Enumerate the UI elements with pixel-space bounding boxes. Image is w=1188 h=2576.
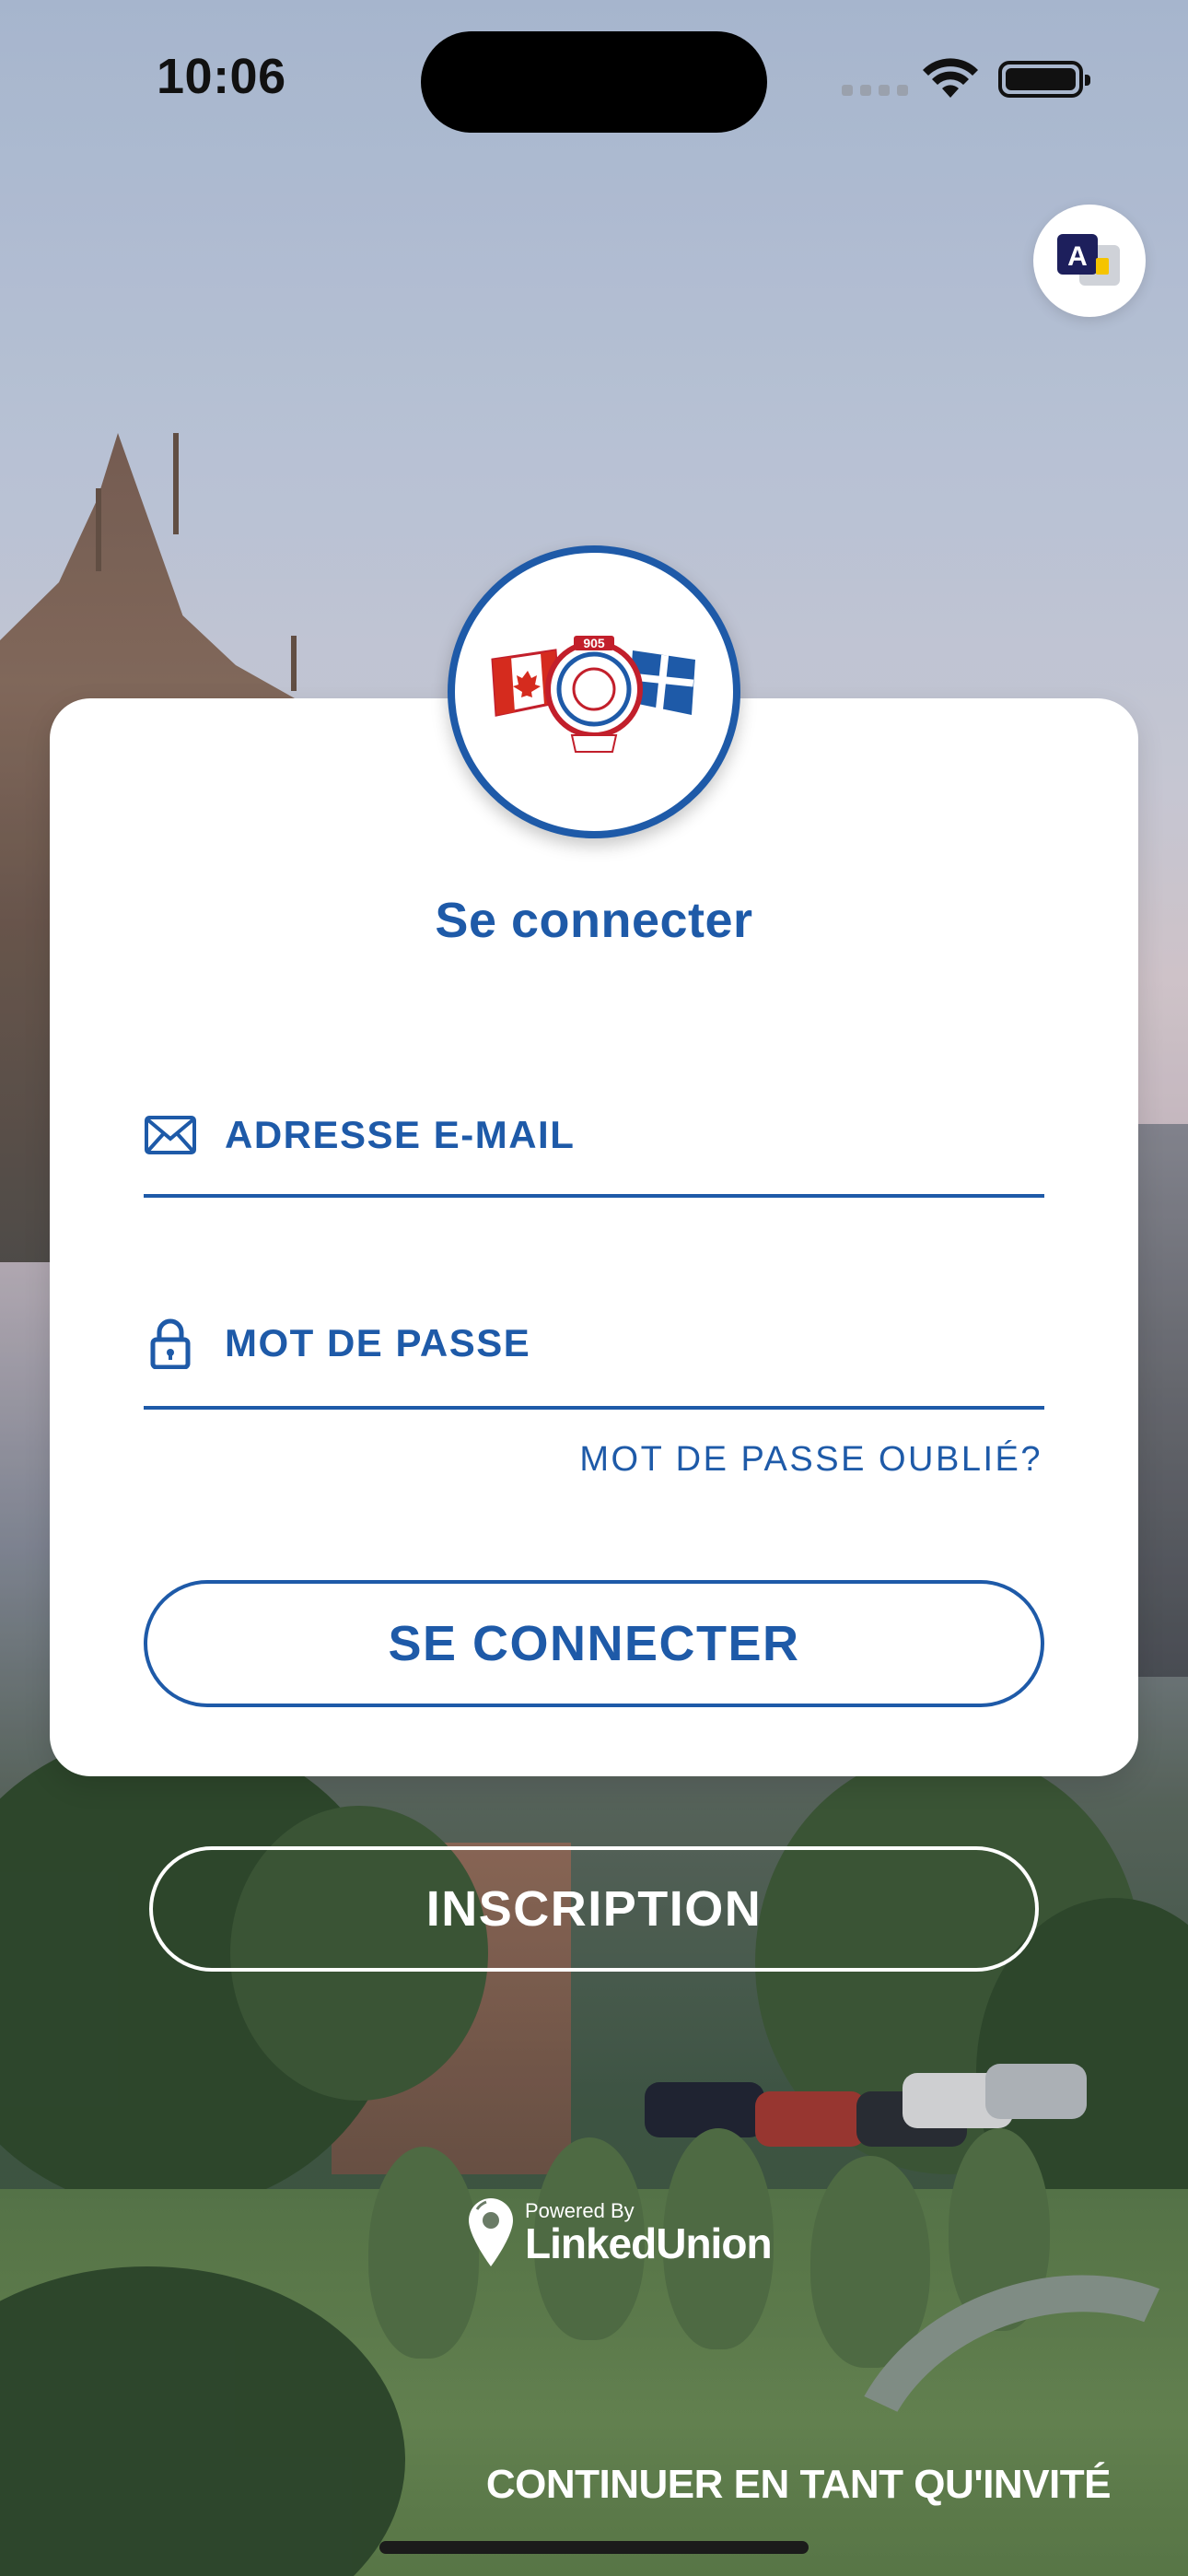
forgot-password-link[interactable]: MOT DE PASSE OUBLIÉ?	[579, 1440, 1042, 1480]
login-title: Se connecter	[435, 893, 753, 948]
union-logo: 905	[448, 545, 740, 838]
wifi-icon	[923, 58, 978, 98]
lock-icon	[150, 1318, 191, 1369]
dynamic-island	[421, 31, 767, 133]
svg-text:905: 905	[583, 636, 605, 650]
login-button[interactable]: SE CONNECTER	[144, 1580, 1044, 1707]
powered-by-prefix: Powered By	[525, 2198, 635, 2222]
battery-icon	[998, 61, 1090, 98]
home-indicator	[379, 2541, 809, 2554]
continue-as-guest-link[interactable]: CONTINUER EN TANT QU'INVITÉ	[486, 2462, 1112, 2508]
powered-by-brand: LinkedUnion	[525, 2219, 773, 2267]
password-field[interactable]: MOT DE PASSE	[144, 1317, 530, 1369]
location-pin-icon	[469, 2198, 513, 2266]
cellular-signal-icon	[842, 85, 908, 96]
translate-button[interactable]: A	[1033, 205, 1146, 317]
powered-by-badge: Powered By LinkedUnion	[466, 2196, 773, 2270]
email-placeholder: ADRESSE E-MAIL	[225, 1113, 576, 1156]
email-field[interactable]: ADRESSE E-MAIL	[144, 1113, 575, 1157]
password-underline	[144, 1406, 1044, 1410]
password-placeholder: MOT DE PASSE	[225, 1321, 531, 1364]
email-underline	[144, 1194, 1044, 1198]
signup-button[interactable]: INSCRIPTION	[149, 1846, 1039, 1972]
svg-text:A: A	[1067, 241, 1088, 272]
union-emblem-icon: 905	[491, 636, 695, 753]
status-time: 10:06	[157, 49, 286, 104]
translate-icon: A	[1057, 234, 1120, 286]
envelope-icon	[145, 1116, 196, 1154]
